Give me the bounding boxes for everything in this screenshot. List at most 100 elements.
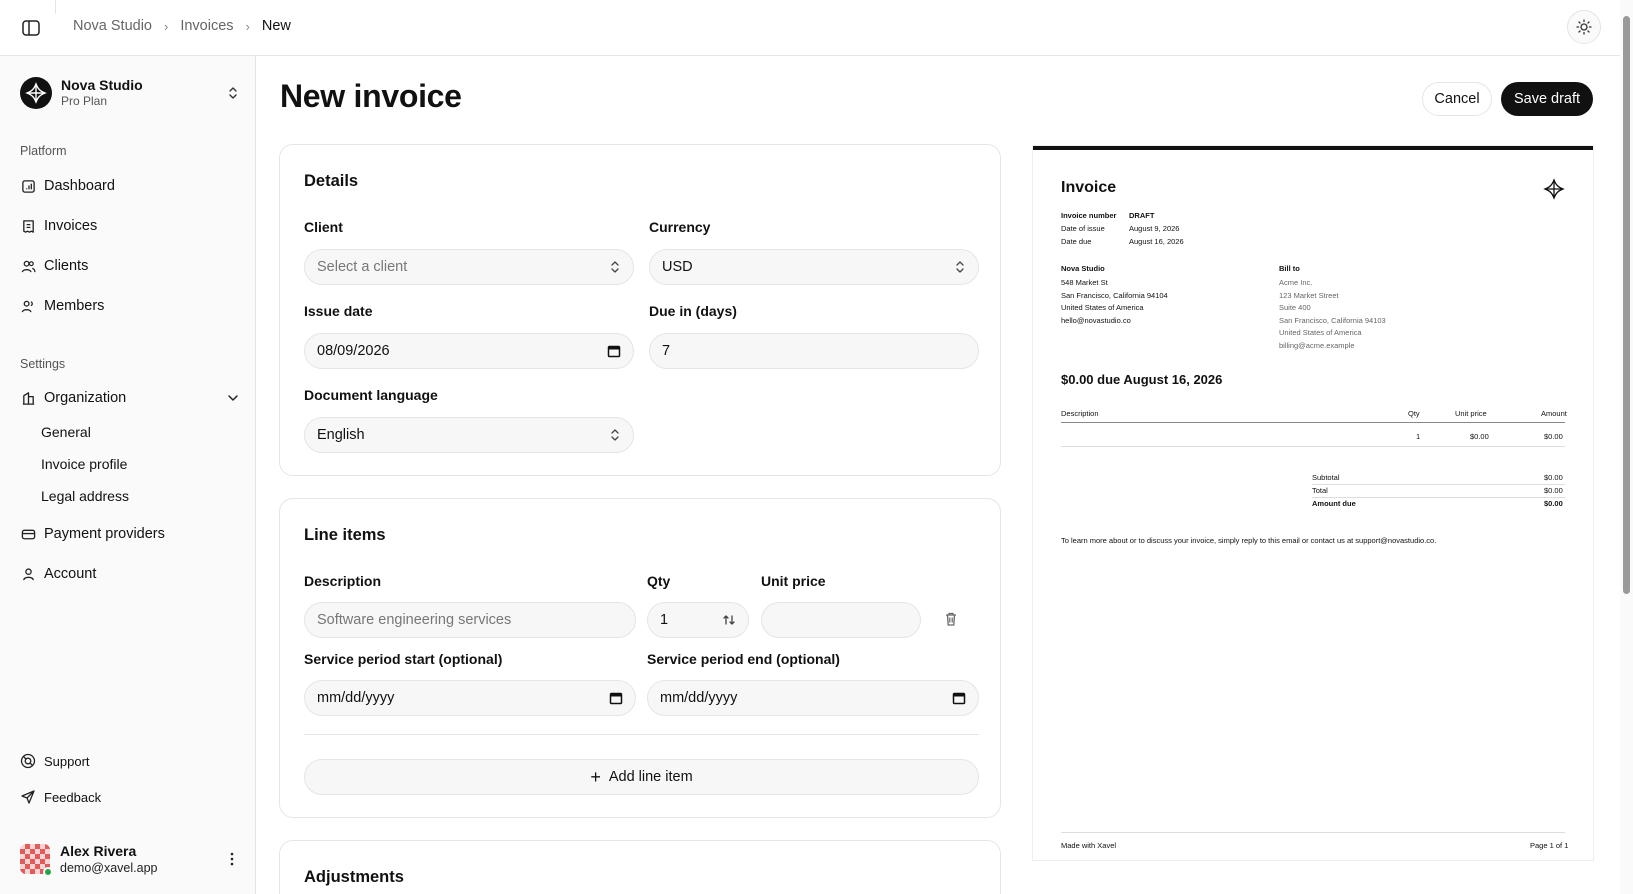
org-switcher[interactable]: Nova Studio Pro Plan [20,75,240,111]
bill-line: 123 Market Street [1279,291,1339,300]
calendar-icon[interactable] [607,344,621,358]
trash-icon[interactable] [943,611,959,630]
preview-note: To learn more about or to discuss your i… [1061,536,1437,545]
add-line-item-button[interactable]: + Add line item [304,759,979,795]
breadcrumb: Nova Studio › Invoices › New [73,18,291,34]
plus-icon: + [590,767,601,787]
subtotal-rule [1312,484,1565,485]
members-icon [20,298,36,314]
scrollbar-thumb[interactable] [1623,16,1630,594]
currency-label: Currency [649,219,711,235]
issue-date-value: 08/09/2026 [317,343,390,359]
credit-card-icon [20,526,36,542]
sidebar-item-label: Dashboard [44,178,115,194]
meta-key: Date due [1061,237,1092,246]
sidebar-item-account[interactable]: Account [20,559,240,589]
language-label: Document language [304,387,438,403]
company-logo-icon [1543,178,1565,200]
language-value: English [317,427,365,443]
theme-toggle-button[interactable] [1567,10,1601,44]
qty-label: Qty [647,573,671,589]
service-end-input[interactable]: mm/dd/yyyy [647,680,979,716]
total-label: Total [1312,486,1328,495]
arrows-up-down-icon[interactable] [722,613,736,627]
line-items-title: Line items [304,526,386,544]
table-header-qty: Qty [1408,409,1420,418]
adjustments-card: Adjustments [279,840,1001,894]
top-bar: Nova Studio › Invoices › New [0,0,1620,56]
chevrons-up-down-icon [229,87,237,99]
issue-date-input[interactable]: 08/09/2026 [304,333,634,369]
divider [304,734,979,735]
chevrons-up-down-icon [611,261,619,273]
sidebar-item-dashboard[interactable]: Dashboard [20,171,240,201]
service-end-placeholder: mm/dd/yyyy [660,690,738,706]
footer-rule [1061,832,1565,833]
service-end-label: Service period end (optional) [647,651,840,667]
sidebar-item-support[interactable]: Support [20,749,90,773]
org-name: Nova Studio [61,77,143,93]
sidebar-item-label: Members [44,298,105,314]
description-input[interactable]: Software engineering services [304,602,636,638]
breadcrumb-current: New [261,18,291,34]
currency-select[interactable]: USD [649,249,979,285]
meta-value: August 16, 2026 [1129,237,1184,246]
calendar-icon[interactable] [952,691,966,705]
scrollbar[interactable] [1620,0,1633,894]
sidebar-subitem-legal-address[interactable]: Legal address [41,483,129,509]
sidebar-item-clients[interactable]: Clients [20,251,240,281]
more-vertical-icon[interactable] [224,851,240,867]
calendar-icon[interactable] [609,691,623,705]
total-value: $0.00 [1544,486,1563,495]
from-line: 548 Market St [1061,278,1108,287]
avatar [20,844,53,877]
bill-to-label: Bill to [1279,264,1300,273]
sidebar-item-feedback[interactable]: Feedback [20,785,101,809]
chevron-right-icon: › [164,18,169,34]
breadcrumb-org[interactable]: Nova Studio [73,18,152,34]
sidebar-item-label: Account [44,566,97,582]
sidebar-toggle-icon[interactable] [22,20,40,36]
adjustments-title: Adjustments [304,868,404,886]
language-select[interactable]: English [304,417,634,453]
client-select[interactable]: Select a client [304,249,634,285]
breadcrumb-invoices[interactable]: Invoices [180,18,233,34]
meta-value: August 9, 2026 [1129,224,1180,233]
table-header-unit-price: Unit price [1455,409,1487,418]
sidebar-item-invoices[interactable]: Invoices [20,211,240,241]
amount-due-label: Amount due [1312,499,1356,508]
sidebar-item-label: Organization [44,390,127,406]
bill-line: Acme Inc. [1279,278,1313,287]
table-header-description: Description [1061,409,1099,418]
details-title: Details [304,172,359,190]
sidebar-item-organization[interactable]: Organization [20,383,240,413]
user-menu[interactable]: Alex Rivera demo@xavel.app [20,840,240,878]
user-icon [20,566,36,582]
sidebar-item-payment-providers[interactable]: Payment providers [20,519,240,549]
service-start-placeholder: mm/dd/yyyy [317,690,395,706]
sidebar-item-members[interactable]: Members [20,291,240,321]
sidebar-subitem-invoice-profile[interactable]: Invoice profile [41,451,127,477]
sidebar-item-label: Clients [44,258,89,274]
cancel-button[interactable]: Cancel [1422,82,1492,116]
qty-stepper[interactable]: 1 [647,602,749,638]
subtotal-value: $0.00 [1544,473,1563,482]
from-line: hello@novastudio.co [1061,316,1131,325]
service-start-input[interactable]: mm/dd/yyyy [304,680,636,716]
sidebar-subitem-general[interactable]: General [41,419,91,445]
subtotal-label: Subtotal [1312,473,1340,482]
sun-icon [1576,19,1592,35]
users-icon [20,258,36,274]
row-qty: 1 [1416,432,1421,441]
from-line: United States of America [1061,303,1144,312]
topbar-divider [55,0,56,14]
row-rule [1061,446,1565,447]
page-title: New invoice [280,78,462,114]
chevrons-up-down-icon [956,261,964,273]
unit-price-input[interactable] [761,602,921,638]
due-days-input[interactable]: 7 [649,333,979,369]
send-icon [21,790,35,804]
save-draft-button[interactable]: Save draft [1501,82,1593,116]
description-label: Description [304,573,382,589]
issue-date-label: Issue date [304,303,373,319]
